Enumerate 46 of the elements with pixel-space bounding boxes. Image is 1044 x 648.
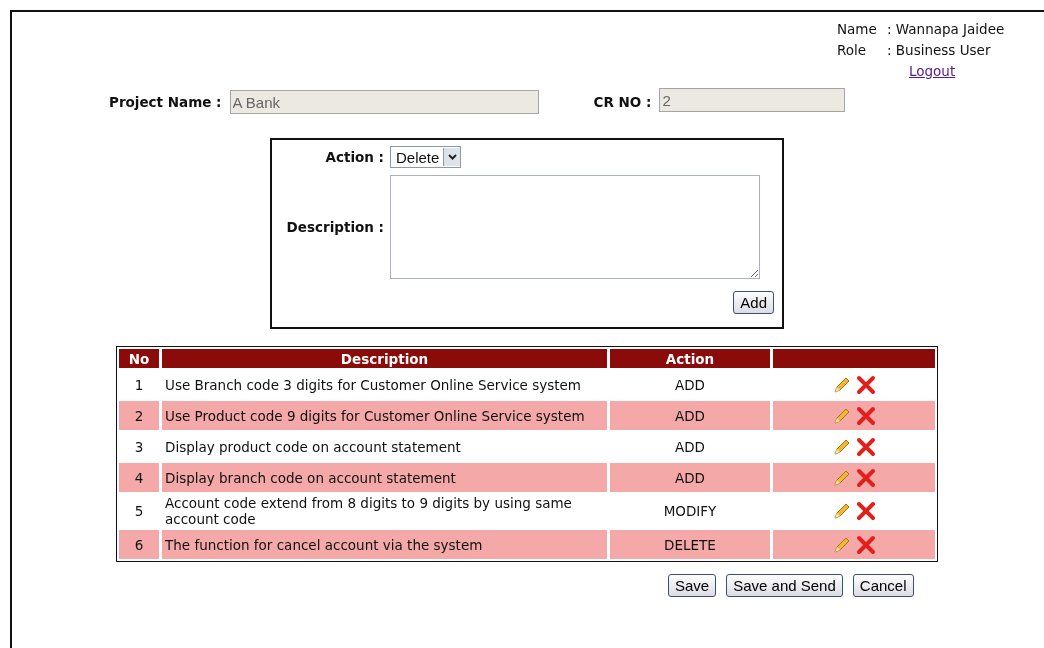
- role-label: Role: [837, 41, 868, 60]
- cr-no-field[interactable]: 2: [659, 88, 846, 112]
- table-cell: ADD: [610, 401, 770, 430]
- cr-no-label: CR NO :: [593, 94, 652, 110]
- pencil-icon[interactable]: [831, 501, 852, 521]
- description-field[interactable]: [390, 175, 760, 279]
- user-role: : Business User: [887, 41, 991, 60]
- table-cell-text: MODIFY: [662, 502, 718, 521]
- table-cell: DELETE: [610, 530, 770, 559]
- project-name-field[interactable]: A Bank: [229, 90, 539, 114]
- logout-link[interactable]: Logout: [909, 63, 956, 79]
- table-cell-text: ADD: [674, 375, 706, 395]
- description-label: Description :: [285, 219, 384, 235]
- table-cell: ADD: [610, 463, 770, 492]
- table-cell: 2: [119, 401, 159, 430]
- name-label: Name: [837, 20, 878, 39]
- table-cell-text: Display product code on account statement: [164, 437, 462, 457]
- delete-icon[interactable]: [856, 501, 877, 521]
- table-cell-text: 1: [133, 375, 145, 395]
- table-cell-text: Use Branch code 3 digits for Customer Online Service system: [164, 375, 582, 395]
- table-cell: 6: [119, 530, 159, 559]
- delete-icon[interactable]: [856, 436, 877, 457]
- table-cell-text: ADD: [674, 437, 706, 457]
- delete-icon[interactable]: [856, 374, 877, 395]
- action-label: Action :: [324, 149, 384, 165]
- table-cell-text: Account code extend from 8 digits to 9 digits by using same account code: [164, 494, 573, 528]
- form-button[interactable]: Cancel: [852, 574, 914, 597]
- table-cell: The function for cancel account via the system: [162, 530, 607, 559]
- table-cell-text: 5: [133, 502, 145, 521]
- column-header: Description: [162, 349, 607, 368]
- project-name-label: Project Name :: [109, 94, 222, 110]
- form-button[interactable]: Save: [668, 574, 717, 597]
- table-cell: Use Product code 9 digits for Customer Online Service system: [162, 401, 607, 430]
- table-cell-text: 3: [133, 437, 145, 457]
- delete-icon[interactable]: [856, 405, 877, 426]
- delete-icon[interactable]: [856, 467, 877, 488]
- action-dropdown[interactable]: Delete: [390, 146, 462, 168]
- delete-icon[interactable]: [856, 534, 877, 555]
- add-button[interactable]: Add: [733, 291, 774, 314]
- table-cell: 4: [119, 463, 159, 492]
- column-header: Action: [610, 349, 770, 368]
- user-name: : Wannapa Jaidee: [887, 20, 1005, 39]
- column-header: No: [119, 349, 159, 368]
- caret-icon: [447, 154, 457, 160]
- form-button[interactable]: Save and Send: [726, 574, 843, 597]
- table-cell: Display branch code on account statement: [162, 463, 607, 492]
